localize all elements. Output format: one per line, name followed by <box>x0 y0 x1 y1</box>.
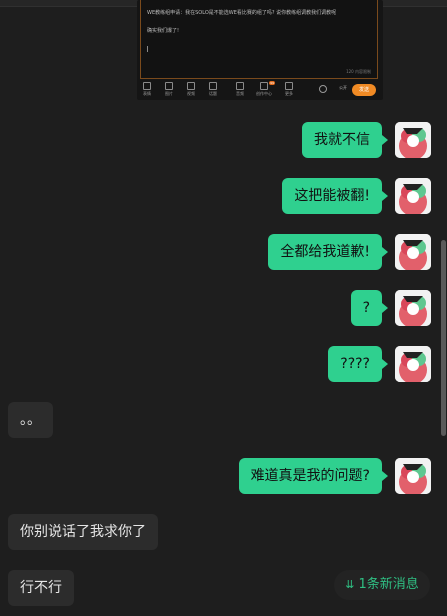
new-messages-button[interactable]: ⇊ 1条新消息 <box>334 570 430 600</box>
my-message-bubble[interactable]: ???? <box>328 346 388 382</box>
avatar[interactable] <box>395 234 431 270</box>
screenshot-char-counter: 120 内容限制 <box>346 69 371 74</box>
shared-screenshot-image[interactable]: WE教练组申请：我在SOLO是不能选WE看比赛的组了吗? 说你教练组调教我们调教… <box>137 0 383 100</box>
tool-label: 话题 <box>209 91 217 96</box>
avatar[interactable] <box>395 122 431 158</box>
chat-scrollbar[interactable] <box>441 240 446 436</box>
visibility-select: 公开 <box>339 85 347 90</box>
tool-label: 图片 <box>165 91 173 96</box>
their-message-bubble[interactable]: 你别说话了我求你了 <box>8 514 158 550</box>
avatar[interactable] <box>395 346 431 382</box>
more-icon: 更多 <box>278 82 300 97</box>
my-message-bubble[interactable]: 全都给我道歉! <box>268 234 388 270</box>
avatar[interactable] <box>395 458 431 494</box>
video-icon: 视频 <box>180 82 202 97</box>
my-message-bubble[interactable]: ? <box>350 290 389 326</box>
avatar[interactable] <box>395 178 431 214</box>
screenshot-send-button: 发送 <box>352 84 376 96</box>
topic-icon: 话题 <box>202 82 224 97</box>
emoji-icon: 表情 <box>137 82 158 97</box>
tool-label: 更多 <box>285 91 293 96</box>
their-message-bubble[interactable]: 行不行 <box>8 570 74 606</box>
audio-icon: 音频 <box>229 82 251 97</box>
screenshot-text-line: 确实我们爆了! <box>147 28 180 34</box>
tool-label: 创作中心 <box>256 91 272 96</box>
creator-icon: 创作中心 99 <box>253 81 275 97</box>
image-icon: 图片 <box>158 82 180 97</box>
screenshot-editor-area: WE教练组申请：我在SOLO是不能选WE看比赛的组了吗? 说你教练组调教我们调教… <box>140 0 378 79</box>
new-messages-label: 1条新消息 <box>358 577 419 592</box>
tool-badge: 99 <box>269 81 275 85</box>
screenshot-text-line: WE教练组申请：我在SOLO是不能选WE看比赛的组了吗? 说你教练组调教我们调教… <box>147 10 337 16</box>
their-message-bubble[interactable]: 。。 <box>8 402 53 438</box>
my-message-bubble[interactable]: 难道真是我的问题? <box>238 458 389 494</box>
double-chevron-down-icon: ⇊ <box>345 578 355 591</box>
avatar[interactable] <box>395 290 431 326</box>
tool-label: 表情 <box>143 91 151 96</box>
tool-label: 音频 <box>236 91 244 96</box>
my-message-bubble[interactable]: 这把能被翻! <box>282 178 388 214</box>
my-message-bubble[interactable]: 我就不信 <box>302 122 388 158</box>
clock-icon <box>319 85 327 93</box>
text-caret <box>147 46 148 52</box>
tool-label: 视频 <box>187 91 195 96</box>
